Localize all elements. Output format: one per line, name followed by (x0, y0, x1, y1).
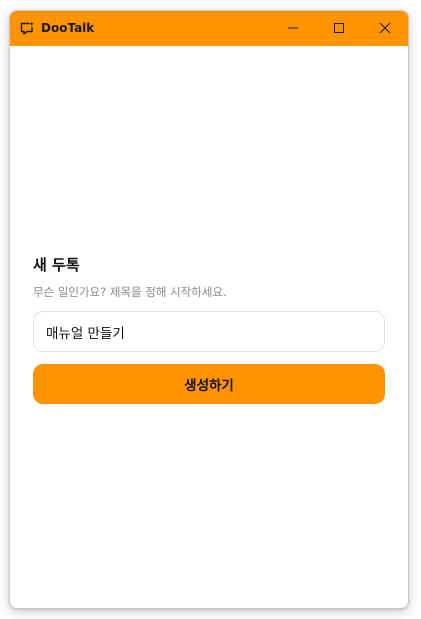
talk-title-input[interactable] (33, 311, 385, 352)
window-title: DooTalk (41, 21, 95, 35)
minimize-button[interactable] (270, 11, 316, 46)
chat-bubble-sparkle-icon (19, 21, 35, 36)
title-bar[interactable]: DooTalk (10, 11, 408, 46)
maximize-button[interactable] (316, 11, 362, 46)
page-subtitle: 무슨 일인가요? 제목을 정해 시작하세요. (33, 285, 227, 299)
app-window: DooTalk 새 두톡 무슨 일인가요? 제목을 정해 시작하세요. 매뉴얼 … (9, 10, 409, 609)
close-icon (379, 19, 391, 38)
close-button[interactable] (362, 11, 408, 46)
minimize-icon (287, 19, 299, 38)
maximize-icon (333, 19, 345, 38)
create-button[interactable]: 생성하기 (33, 364, 385, 404)
desktop-background: DooTalk 새 두톡 무슨 일인가요? 제목을 정해 시작하세요. 매뉴얼 … (0, 0, 421, 619)
page-heading: 새 두톡 (33, 256, 80, 274)
